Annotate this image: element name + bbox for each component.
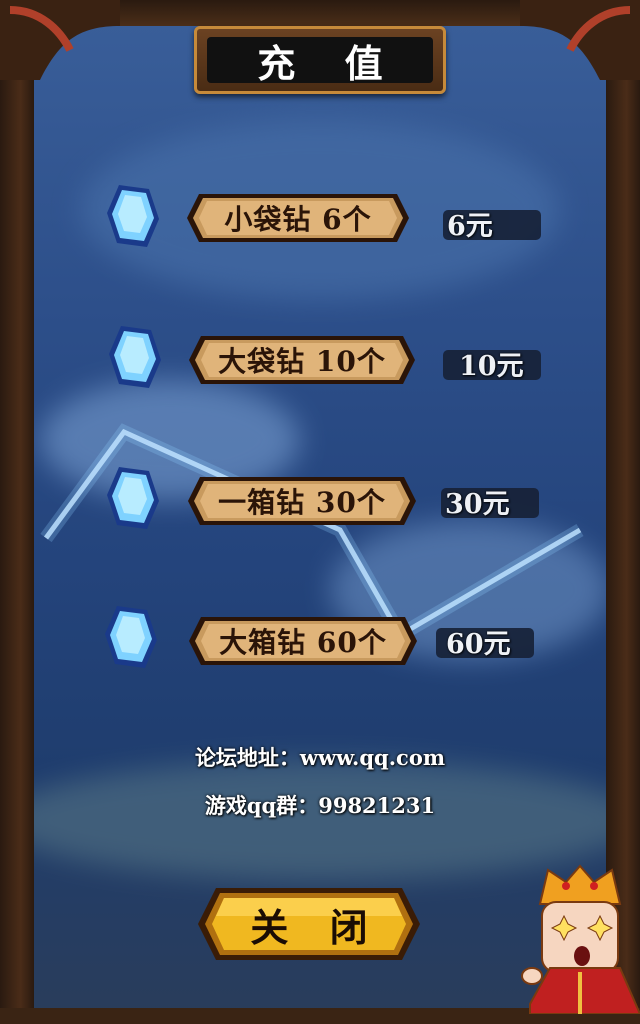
package-label: 大袋钻 10个	[218, 345, 386, 378]
package-label: 大箱钻 60个	[219, 626, 387, 659]
close-button[interactable]: 关 闭	[196, 886, 422, 962]
title-inner: 充 值	[207, 37, 433, 86]
diamond-gem-icon	[105, 606, 157, 668]
price-text: 6元	[447, 211, 493, 242]
page-title: 充 值	[257, 40, 401, 86]
package-button-small-bag[interactable]: 小袋钻 6个	[185, 192, 411, 244]
price-text: 60元	[446, 629, 511, 660]
frame-left	[0, 0, 34, 1024]
price-tag: 10元	[443, 350, 541, 382]
package-button-one-box[interactable]: 一箱钻 30个	[186, 475, 418, 527]
recharge-screen: 充 值 小袋钻 6个 6元 大袋钻 10个 10元 一箱钻 30个 30元 大箱…	[0, 0, 640, 1024]
diamond-gem-icon	[109, 326, 161, 388]
diamond-gem-icon	[107, 185, 159, 247]
package-button-big-bag[interactable]: 大袋钻 10个	[187, 334, 417, 386]
title-plate: 充 值	[194, 26, 446, 94]
background-mist	[0, 760, 640, 880]
diamond-gem-icon	[107, 467, 159, 529]
corner-ornament-left	[0, 0, 120, 80]
package-button-big-box[interactable]: 大箱钻 60个	[187, 615, 419, 667]
price-tag: 60元	[436, 628, 534, 660]
package-label: 一箱钻 30个	[218, 486, 386, 519]
forum-address: 论坛地址：www.qq.com	[194, 745, 446, 770]
price-tag: 30元	[441, 488, 539, 520]
corner-ornament-right	[520, 0, 640, 80]
package-label: 小袋钻 6个	[224, 203, 372, 236]
price-text: 10元	[459, 351, 524, 382]
qq-group-number: 游戏qq群：99821231	[204, 793, 436, 818]
price-tag: 6元	[443, 210, 541, 242]
price-text: 30元	[445, 489, 510, 520]
close-label: 关 闭	[250, 904, 382, 950]
monk-mascot	[521, 864, 640, 1014]
